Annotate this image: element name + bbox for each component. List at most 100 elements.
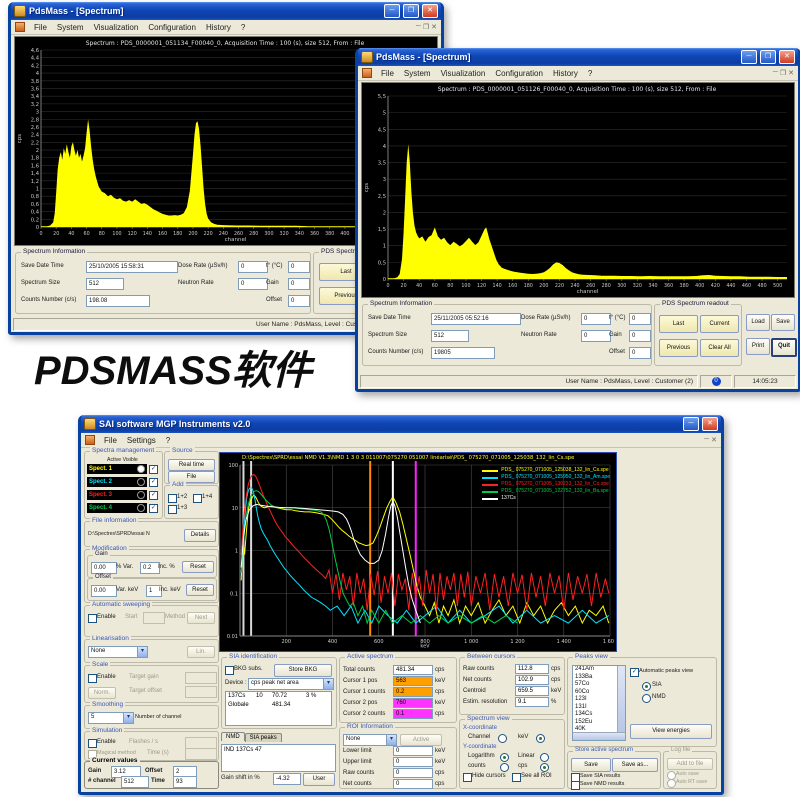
spectrum-row-2[interactable]: Spect. 2 <box>87 477 147 487</box>
close-button[interactable]: ✕ <box>779 50 795 64</box>
smoothing-dropdown[interactable]: 5 <box>88 712 134 724</box>
minimize-button[interactable]: ─ <box>741 50 757 64</box>
active-radio[interactable] <box>137 478 145 486</box>
last-button[interactable]: Last <box>659 315 698 333</box>
linearisation-dropdown[interactable]: None <box>88 646 148 658</box>
neutron-rate-field[interactable]: 0 <box>581 330 611 342</box>
peaks-list-item[interactable]: 241Am <box>573 666 618 674</box>
titlebar[interactable]: SAI software MGP Instruments v2.0 ─ ✕ <box>81 415 721 433</box>
maximize-button[interactable]: ❐ <box>403 4 419 18</box>
kev-radio[interactable] <box>536 734 545 743</box>
quit-button[interactable]: Quit <box>771 338 797 357</box>
main-chart-area[interactable]: D:\Spectres\SPRD\essai NMD V1.3\NMD 1 3 … <box>219 452 617 652</box>
menu-item-file[interactable]: File <box>376 68 399 79</box>
see-all-roi-checkbox[interactable] <box>512 773 521 782</box>
current-button[interactable]: Current <box>700 315 739 333</box>
menu-item-history[interactable]: History <box>548 68 583 79</box>
real-time-button[interactable]: Real time <box>168 459 215 471</box>
legend-entry[interactable]: PDS_ 075270_071005_125950_132_lin_Am.spe <box>482 474 610 481</box>
user-button[interactable]: User <box>303 773 335 786</box>
offset-spinner[interactable]: 0.00 <box>91 585 117 597</box>
mdi-controls[interactable]: ─✕ <box>704 436 717 444</box>
gain-field[interactable]: 0 <box>288 278 310 290</box>
menu-item-[interactable]: ? <box>236 22 250 33</box>
save-spectrum-button[interactable]: Save <box>571 758 611 772</box>
menu-item-file[interactable]: File <box>99 435 122 446</box>
row-value-field[interactable]: 0 <box>393 779 433 789</box>
gain-shift-field[interactable]: -4.32 <box>273 773 301 785</box>
bkg-subs-checkbox[interactable] <box>225 666 234 675</box>
clear-all-button[interactable]: Clear All <box>700 339 739 357</box>
sia-radio[interactable] <box>642 682 651 691</box>
legend-entry[interactable]: PDS_ 075270_071005_122752_132_lin_Ba.spe <box>482 488 610 495</box>
save-date-field[interactable]: 25/11/2005 05:52:16 <box>431 313 521 325</box>
visible-checkbox[interactable]: ✓ <box>149 465 158 474</box>
mdi-controls[interactable]: ─❐✕ <box>773 69 794 77</box>
legend-entry[interactable]: 137Cs <box>482 495 610 502</box>
temperature-field[interactable]: 0 <box>288 261 310 273</box>
row-value-field[interactable]: 659.5 <box>515 686 549 696</box>
peaks-list-item[interactable]: 123I <box>573 696 618 704</box>
menu-item-visualization[interactable]: Visualization <box>89 22 144 33</box>
tab-nmd[interactable]: NMD <box>221 732 245 741</box>
visible-checkbox[interactable]: ✓ <box>149 504 158 513</box>
nmd-radio[interactable] <box>642 694 651 703</box>
dose-rate-field[interactable]: 0 <box>238 261 268 273</box>
minimize-button[interactable]: ─ <box>384 4 400 18</box>
close-button[interactable]: ✕ <box>702 417 718 431</box>
counts-number-field[interactable]: 19805 <box>431 347 495 359</box>
linear-radio[interactable] <box>540 753 549 762</box>
titlebar[interactable]: PdsMass - [Spectrum] ─ ❐ ✕ <box>358 48 798 66</box>
row-value-field[interactable]: 0.1 <box>393 709 433 719</box>
menu-item-visualization[interactable]: Visualization <box>436 68 491 79</box>
save-as-button[interactable]: Save as... <box>612 758 658 772</box>
sweeping-enable-checkbox[interactable] <box>88 614 97 623</box>
titlebar[interactable]: PdsMass - [Spectrum] ─ ❐ ✕ <box>11 2 441 20</box>
previous-button[interactable]: Previous <box>659 339 698 357</box>
scrollbar-vertical[interactable] <box>617 666 625 733</box>
minimize-button[interactable]: ─ <box>683 417 699 431</box>
peaks-listbox[interactable]: 241Am133Ba57Co60Co123I131I134Cs152Eu40K1… <box>572 665 626 741</box>
peaks-list-item[interactable]: 131I <box>573 704 618 712</box>
row-value-field[interactable]: 760 <box>393 698 433 708</box>
visible-checkbox[interactable]: ✓ <box>149 478 158 487</box>
offset-field[interactable]: 0 <box>629 347 651 359</box>
counts-radio[interactable] <box>500 763 509 772</box>
row-value-field[interactable]: 102.9 <box>515 675 549 685</box>
gain-field[interactable]: 0 <box>629 330 651 342</box>
menu-item-settings[interactable]: Settings <box>122 435 161 446</box>
gain-reset-button[interactable]: Reset <box>182 561 214 573</box>
legend-entry[interactable]: PDS_ 075270_071005_125038_132_lin_Cs.spe <box>482 467 610 474</box>
device-dropdown[interactable]: cps peak net area <box>248 678 334 690</box>
spectrum-row-1[interactable]: Spect. 1 <box>87 464 147 474</box>
row-value-field[interactable]: 563 <box>393 676 433 686</box>
peaks-list-item[interactable]: 57Co <box>573 681 618 689</box>
spectrum-row-3[interactable]: Spect. 3 <box>87 490 147 500</box>
active-radio[interactable] <box>137 465 145 473</box>
details-button[interactable]: Details <box>184 529 216 542</box>
gain-spinner[interactable]: 0.00 <box>91 562 117 574</box>
spectrum-row-4[interactable]: Spect. 4 <box>87 503 147 513</box>
legend-entry[interactable]: PDS_ 075270_071005_130233_132_lin_Co.spe <box>482 481 610 488</box>
menu-item-[interactable]: ? <box>161 435 175 446</box>
save-date-field[interactable]: 25/10/2005 15:58:31 <box>86 261 178 273</box>
active-radio[interactable] <box>137 504 145 512</box>
menu-item-history[interactable]: History <box>201 22 236 33</box>
spectrum-size-field[interactable]: 512 <box>431 330 469 342</box>
maximize-button[interactable]: ❐ <box>760 50 776 64</box>
menu-item-system[interactable]: System <box>52 22 89 33</box>
gain-inc-field[interactable]: 0.2 <box>140 562 160 574</box>
simulation-enable-checkbox[interactable] <box>88 739 97 748</box>
active-radio[interactable] <box>137 491 145 499</box>
logarithm-radio[interactable] <box>500 753 509 762</box>
peaks-list-item[interactable]: 60Co <box>573 689 618 697</box>
row-value-field[interactable]: 0 <box>393 757 433 767</box>
menu-item-file[interactable]: File <box>29 22 52 33</box>
temperature-field[interactable]: 0 <box>629 313 651 325</box>
add-1-4-checkbox[interactable] <box>193 494 202 503</box>
add-1-2-checkbox[interactable] <box>168 494 177 503</box>
offset-field[interactable]: 0 <box>288 295 310 307</box>
view-energies-button[interactable]: View energies <box>630 724 712 739</box>
tab-sia-peaks[interactable]: SIA peaks <box>245 733 282 742</box>
menu-item-configuration[interactable]: Configuration <box>143 22 201 33</box>
